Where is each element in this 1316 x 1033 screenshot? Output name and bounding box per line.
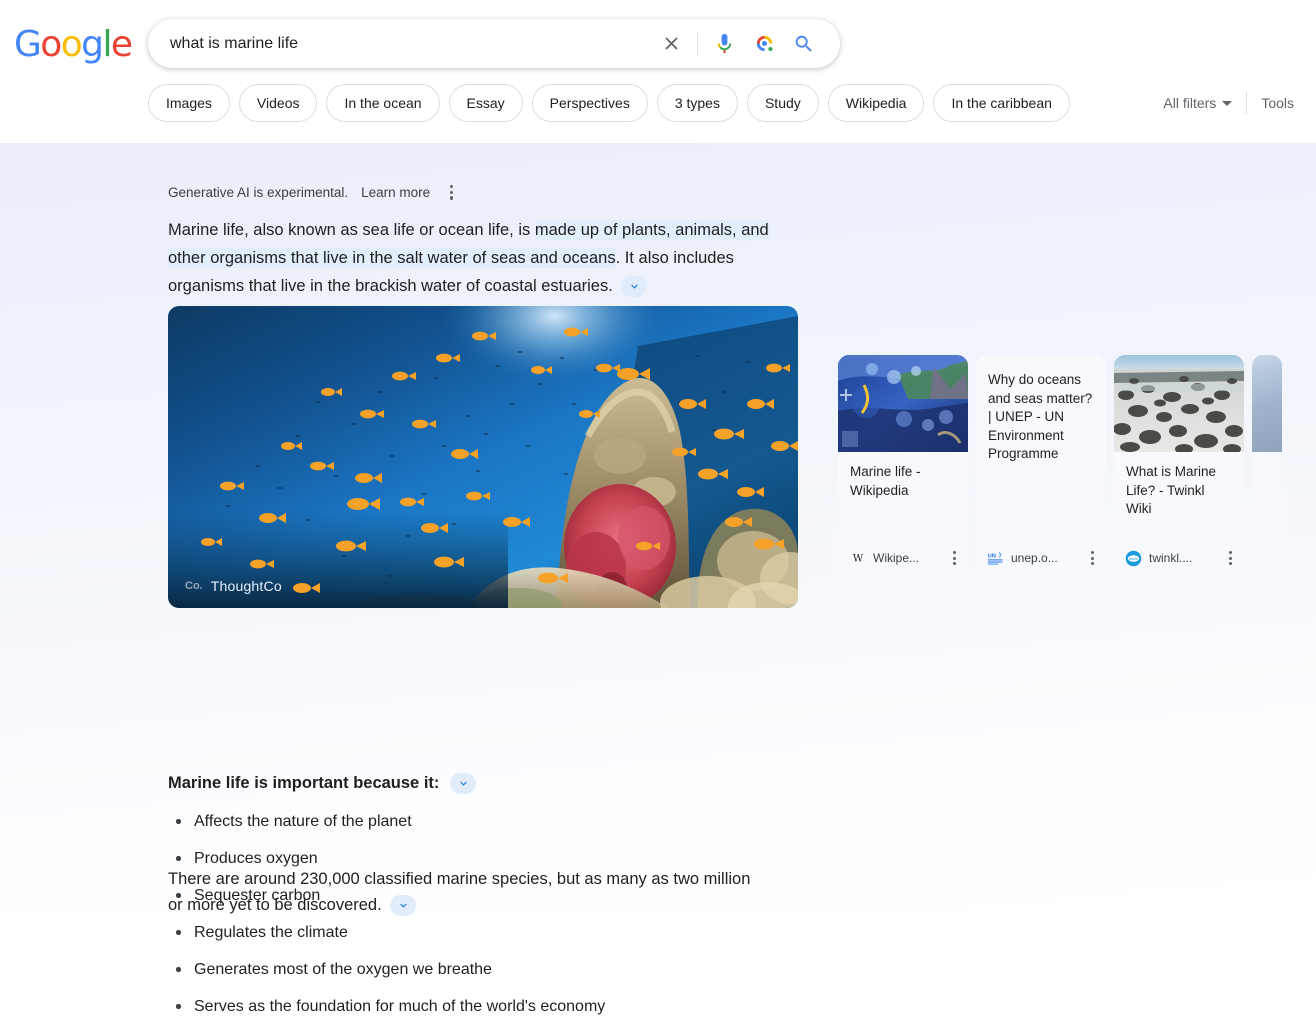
svg-text:twinkl: twinkl [1129,556,1138,560]
image-attribution: Co. ThoughtCo [185,578,282,594]
learn-more-link[interactable]: Learn more [361,185,430,200]
voice-search-button[interactable] [704,24,744,64]
coral-reef-illustration [168,306,798,608]
search-bar[interactable] [148,19,840,68]
source-card-twinkl[interactable]: What is Marine Life? - Twinkl Wiki twink… [1114,355,1244,577]
attribution-brand: ThoughtCo [211,578,282,594]
source-domain: Wikipe... [873,551,942,565]
wikipedia-w-icon: W [850,550,866,566]
chip-images[interactable]: Images [148,84,230,122]
search-actions [651,24,840,64]
unep-logo-icon: UN [987,551,1004,565]
logo-letter-o1: o [40,24,60,65]
chip-study[interactable]: Study [747,84,819,122]
list-item: Regulates the climate [168,922,808,943]
source-overflow-menu-icon[interactable] [1225,546,1236,569]
source-title: What is Marine Life? - Twinkl Wiki [1114,452,1244,539]
ai-overview-subheading: Marine life is important because it: [168,773,476,794]
logo-letter-l: l [102,24,110,65]
search-input[interactable] [148,35,651,53]
twinkl-logo-icon: twinkl [1125,550,1142,567]
list-item: Serves as the foundation for much of the… [168,996,808,1017]
unep-favicon: UN [987,550,1004,567]
source-card-wikipedia[interactable]: Marine life - Wikipedia W Wikipe... [838,355,968,577]
source-card-next-partial[interactable] [1252,355,1282,577]
source-domain: unep.o... [1011,551,1080,565]
chevron-down-icon [628,280,641,293]
disclaimer-text: Generative AI is experimental. [168,185,348,200]
chip-3-types[interactable]: 3 types [657,84,738,122]
related-searches-chips: Images Videos In the ocean Essay Perspec… [148,84,1070,122]
ai-overview-source-cards: Marine life - Wikipedia W Wikipe... Why … [838,355,1282,577]
attribution-mark: Co. [185,580,203,592]
chevron-down-icon [1222,101,1232,106]
google-lens-icon [753,32,776,55]
ai-overview-hero-image[interactable]: Co. ThoughtCo [168,306,798,608]
chevron-down-icon [397,899,410,912]
logo-letter-o2: o [61,24,81,65]
list-item: Generates most of the oxygen we breathe [168,959,808,980]
source-footer: UN unep.o... [976,539,1106,577]
expand-closing-button[interactable] [390,895,416,916]
svg-text:W: W [852,553,863,564]
expand-paragraph-button[interactable] [621,276,647,297]
microphone-icon [713,32,736,55]
logo-letter-e: e [111,24,132,65]
chip-essay[interactable]: Essay [449,84,523,122]
google-logo[interactable]: Google [14,27,131,63]
source-footer: twinkl twinkl.... [1114,539,1244,577]
source-title: Marine life - Wikipedia [838,452,968,539]
clear-search-button[interactable] [651,24,691,64]
overflow-menu-icon[interactable] [443,181,460,204]
source-overflow-menu-icon[interactable] [949,546,960,569]
tools-button[interactable]: Tools [1247,95,1294,111]
generative-ai-disclaimer: Generative AI is experimental. Learn mor… [168,181,460,204]
logo-letter-G: G [14,24,40,65]
source-thumbnail-partial [1252,355,1282,452]
ai-overview-section: Generative AI is experimental. Learn mor… [0,143,1316,916]
twinkl-favicon: twinkl [1125,550,1142,567]
search-icon [793,33,815,55]
svg-text:UN: UN [988,553,996,559]
search-header: Google [0,0,1316,143]
source-domain: twinkl.... [1149,551,1218,565]
chip-in-the-ocean[interactable]: In the ocean [326,84,439,122]
chip-in-the-caribbean[interactable]: In the caribbean [933,84,1069,122]
source-thumbnail [1114,355,1244,452]
source-thumbnail [838,355,968,452]
ai-overview-closing-paragraph: There are around 230,000 classified mari… [168,866,768,918]
paragraph-lead: Marine life, also known as sea life or o… [168,221,535,239]
chip-wikipedia[interactable]: Wikipedia [828,84,925,122]
chevron-down-icon [457,777,470,790]
close-icon [661,33,682,54]
source-title: Why do oceans and seas matter? | UNEP - … [976,355,1106,539]
search-submit-button[interactable] [784,24,824,64]
filter-tools-bar: All filters Tools [1163,92,1294,114]
logo-letter-g: g [81,24,102,65]
all-filters-label: All filters [1163,95,1216,111]
source-overflow-menu-icon[interactable] [1087,546,1098,569]
all-filters-button[interactable]: All filters [1163,95,1246,111]
marine-diagram-thumbnail [838,355,968,452]
list-item: Affects the nature of the planet [168,811,808,832]
subheading-text: Marine life is important because it: [168,774,439,793]
search-actions-divider [697,32,698,56]
chip-videos[interactable]: Videos [239,84,318,122]
chip-perspectives[interactable]: Perspectives [532,84,648,122]
closing-text: There are around 230,000 classified mari… [168,870,750,914]
google-lens-button[interactable] [744,24,784,64]
ai-overview-bullet-list: Affects the nature of the planet Produce… [168,811,808,1033]
rocky-shore-thumbnail [1114,355,1244,452]
wikipedia-favicon: W [849,550,866,567]
source-footer: W Wikipe... [838,539,968,577]
source-card-unep[interactable]: Why do oceans and seas matter? | UNEP - … [976,355,1106,577]
expand-subheading-button[interactable] [450,773,476,794]
ai-overview-paragraph: Marine life, also known as sea life or o… [168,216,800,300]
